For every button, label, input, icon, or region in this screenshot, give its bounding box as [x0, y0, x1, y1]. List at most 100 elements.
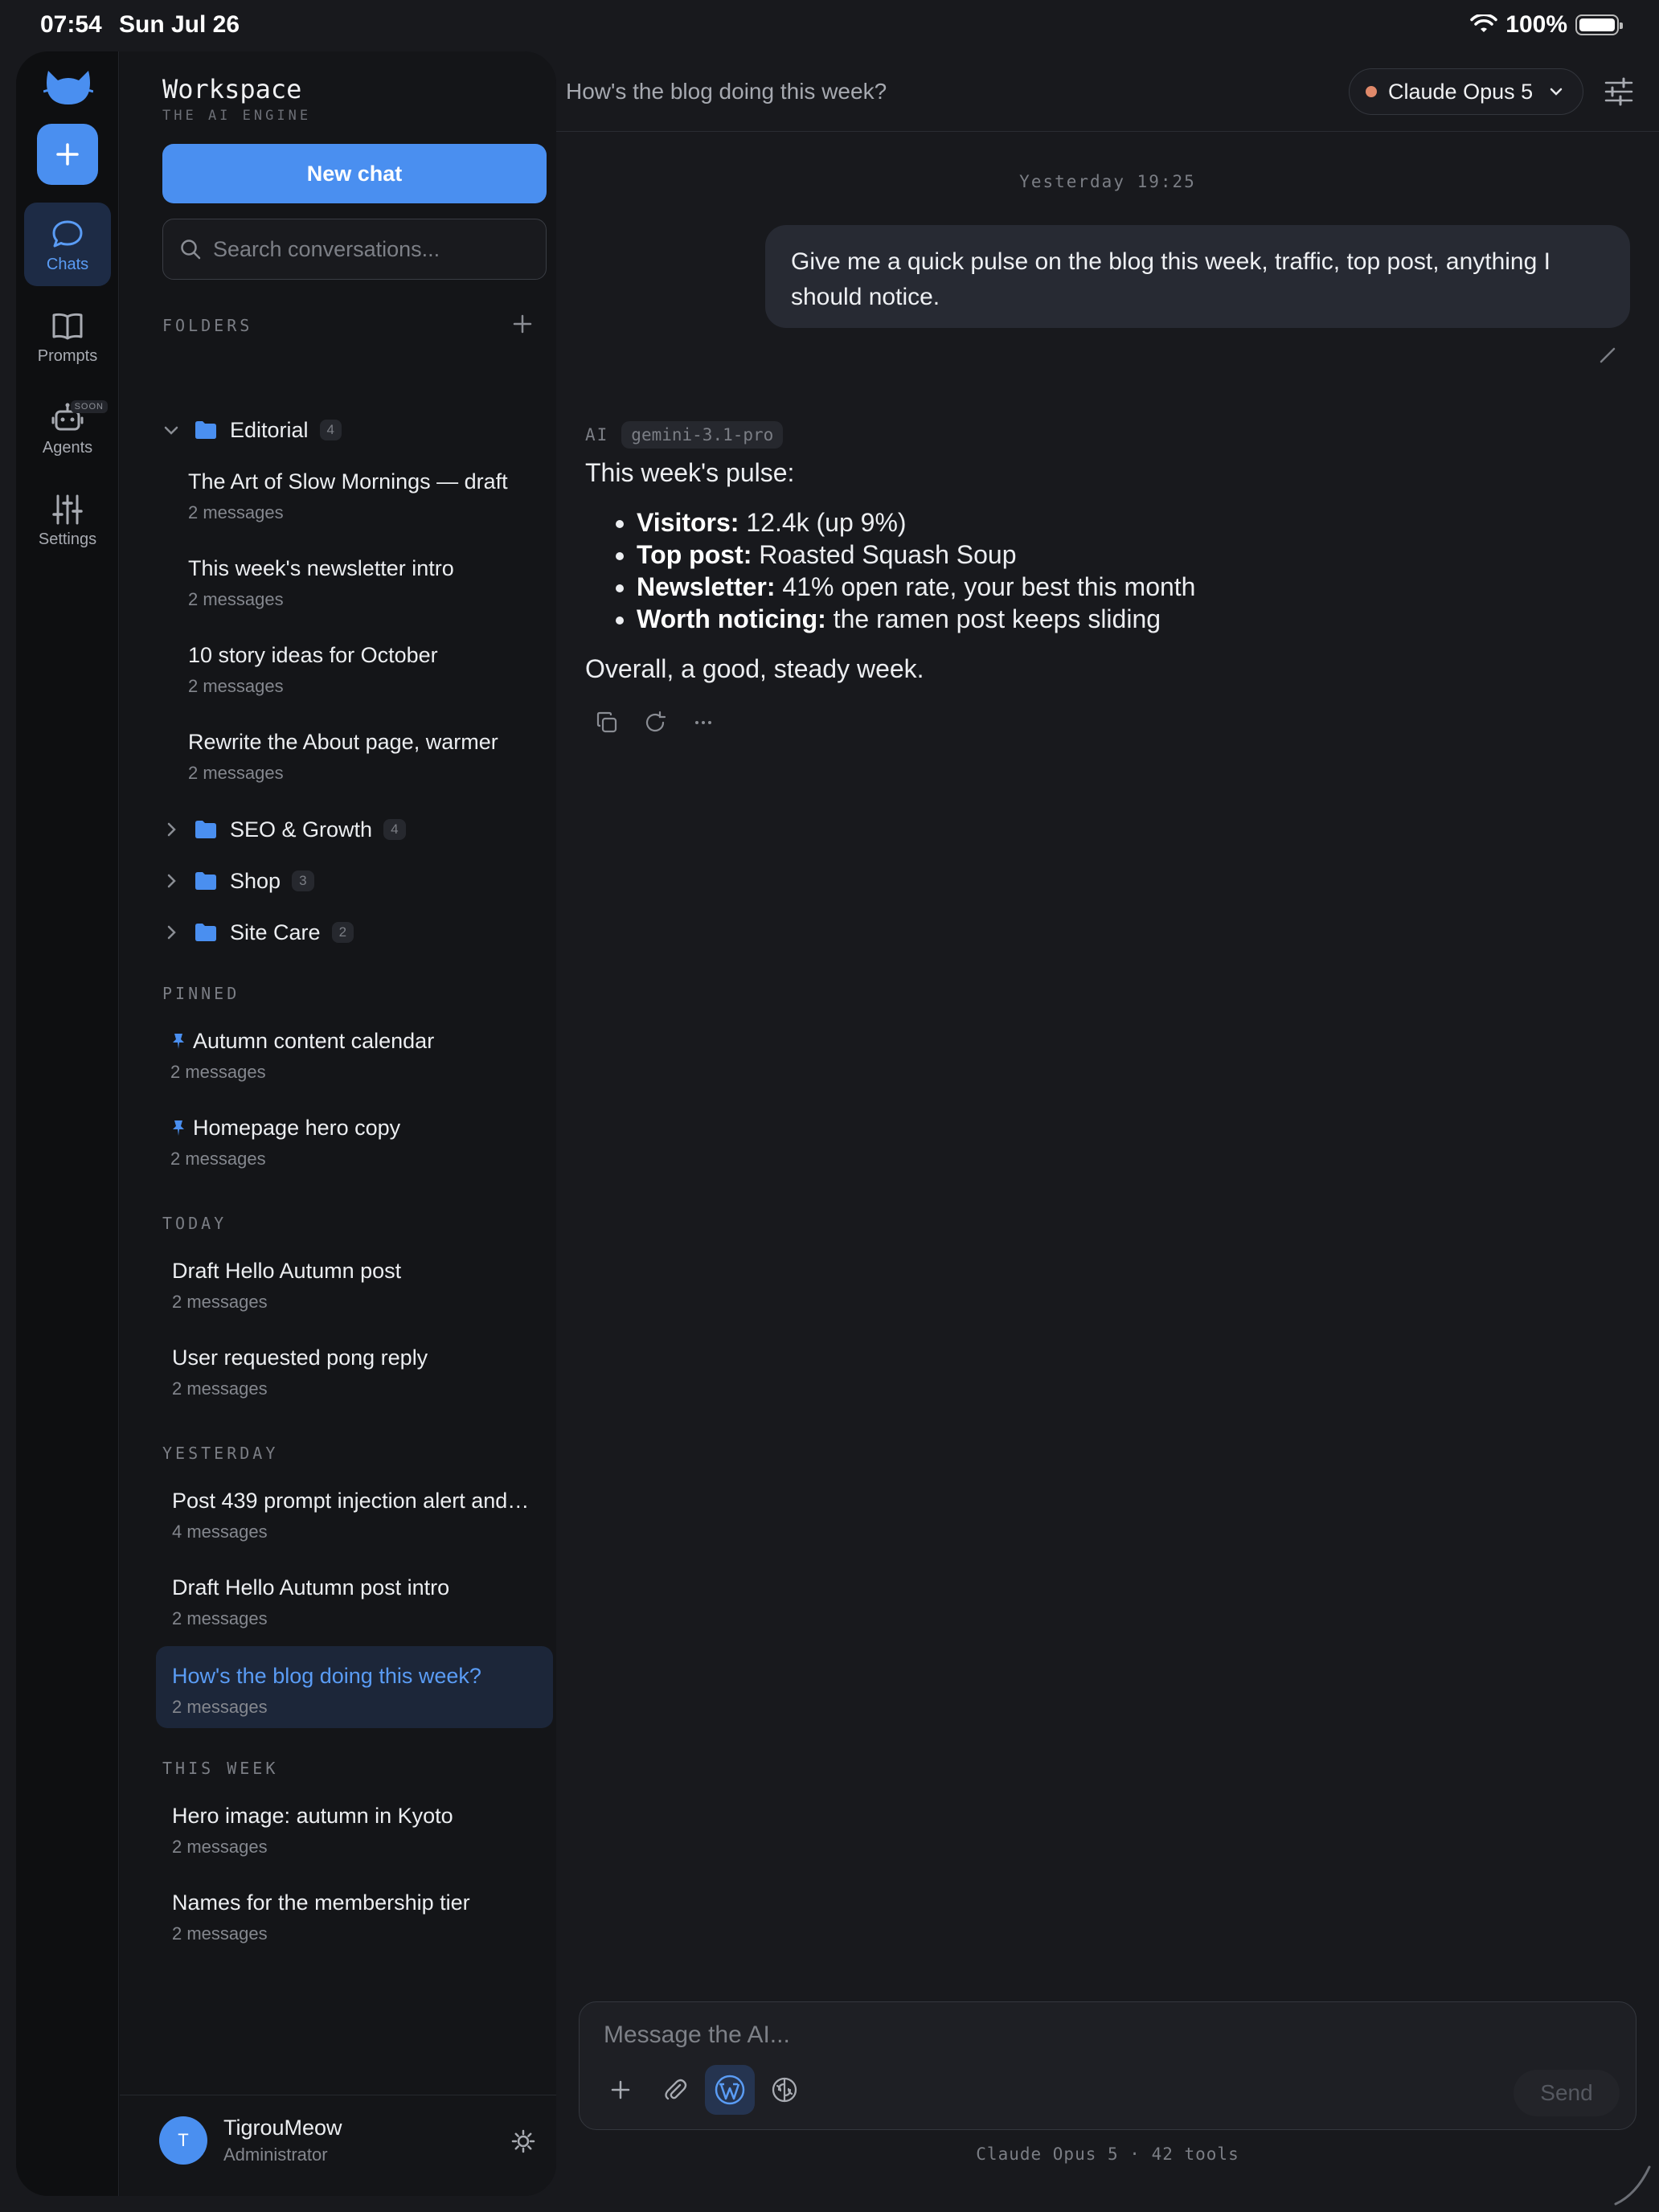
folder-shop[interactable]: Shop 3 — [162, 865, 314, 897]
add-folder-icon[interactable] — [510, 312, 535, 336]
rail-item-agents[interactable]: SOON Agents — [24, 386, 111, 469]
list-item: Top post: Roasted Squash Soup — [637, 539, 1630, 571]
chat-item[interactable]: The Art of Slow Mornings — draft 2 messa… — [188, 469, 550, 523]
ai-model-tag: gemini-3.1-pro — [621, 421, 784, 449]
plus-icon — [611, 2080, 630, 2099]
brain-icon — [772, 2077, 797, 2103]
chat-item[interactable]: Draft Hello Autumn post 2 messages — [172, 1259, 550, 1313]
rail-new-button[interactable] — [37, 124, 98, 185]
status-right: 100% — [1470, 11, 1623, 39]
rail-item-settings[interactable]: Settings — [24, 477, 111, 561]
ai-message-header: AI gemini-3.1-pro — [585, 421, 784, 449]
more-button[interactable] — [691, 711, 715, 735]
chat-title: User requested pong reply — [172, 1346, 428, 1370]
chat-meta: 2 messages — [172, 1608, 268, 1628]
sliders-icon — [52, 494, 83, 525]
user-message-bubble: Give me a quick pulse on the blog this w… — [765, 225, 1630, 328]
chat-item[interactable]: 10 story ideas for October 2 messages — [188, 643, 550, 697]
folders-label: FOLDERS — [162, 316, 253, 335]
model-status-dot — [1366, 86, 1377, 97]
chat-item[interactable]: Draft Hello Autumn post intro 2 messages — [172, 1575, 543, 1629]
message-input[interactable] — [604, 2022, 1568, 2049]
pencil-icon[interactable] — [1598, 346, 1617, 365]
new-chat-button[interactable]: New chat — [162, 144, 547, 203]
pinned-label: PINNED — [162, 984, 240, 1003]
chat-title: This week's newsletter intro — [188, 556, 454, 580]
avatar[interactable]: T — [159, 2116, 207, 2165]
chat-item-pinned[interactable]: Autumn content calendar 2 messages — [170, 1029, 548, 1083]
chat-title: 10 story ideas for October — [188, 643, 438, 667]
chat-meta: 2 messages — [188, 676, 284, 696]
chat-header: How's the blog doing this week? Claude O… — [556, 51, 1659, 132]
reasoning-tool-button[interactable] — [760, 2065, 809, 2115]
chat-meta: 2 messages — [188, 502, 284, 522]
tune-settings-icon[interactable] — [1603, 76, 1635, 108]
chevron-right-icon — [167, 925, 176, 940]
workspace-title: Workspace — [162, 74, 302, 104]
attach-file-button[interactable] — [650, 2065, 700, 2115]
copy-button[interactable] — [595, 711, 619, 735]
folder-icon — [195, 872, 216, 890]
list-item: Newsletter: 41% open rate, your best thi… — [637, 571, 1630, 603]
workspace-subtitle: THE AI ENGINE — [162, 108, 312, 124]
ai-label: AI — [585, 425, 609, 444]
chat-meta: 2 messages — [188, 763, 284, 783]
chat-title: Draft Hello Autumn post intro — [172, 1575, 450, 1600]
message-composer: Send — [579, 2001, 1636, 2130]
folder-name: Editorial — [230, 417, 309, 442]
chat-item-pinned[interactable]: Homepage hero copy 2 messages — [170, 1116, 548, 1169]
chevron-down-icon — [164, 426, 178, 435]
model-name: Claude Opus 5 — [1388, 79, 1534, 104]
chat-item-selected[interactable]: How's the blog doing this week? 2 messag… — [156, 1646, 553, 1728]
folder-name: SEO & Growth — [230, 817, 373, 842]
folder-seo-growth[interactable]: SEO & Growth 4 — [162, 813, 406, 846]
chat-item[interactable]: Names for the membership tier 2 messages — [172, 1890, 550, 1944]
conversation-title: How's the blog doing this week? — [566, 79, 887, 104]
chat-title: Autumn content calendar — [193, 1029, 435, 1053]
model-selector[interactable]: Claude Opus 5 — [1349, 68, 1583, 115]
user-name: TigrouMeow — [223, 2116, 342, 2140]
chat-item[interactable]: Hero image: autumn in Kyoto 2 messages — [172, 1804, 550, 1858]
chat-item[interactable]: Rewrite the About page, warmer 2 message… — [188, 730, 550, 784]
search-input[interactable] — [213, 236, 535, 262]
ai-message-actions — [595, 711, 715, 735]
search-box — [162, 219, 547, 280]
add-attachment-button[interactable] — [596, 2065, 645, 2115]
folder-count-badge: 4 — [383, 819, 406, 840]
status-bar: 07:54 Sun Jul 26 100% — [0, 0, 1659, 51]
regenerate-button[interactable] — [643, 711, 667, 735]
pin-icon — [173, 1120, 184, 1136]
rail-label-prompts: Prompts — [37, 347, 98, 365]
chat-title: Draft Hello Autumn post — [172, 1259, 402, 1283]
chat-meta: 2 messages — [188, 589, 284, 609]
rail-item-chats[interactable]: Chats — [24, 203, 111, 286]
chat-meta: 2 messages — [172, 1697, 268, 1717]
chat-bubble-icon — [52, 220, 83, 248]
chevron-right-icon — [167, 874, 176, 888]
status-date: Sun Jul 26 — [119, 11, 240, 38]
pin-icon — [173, 1034, 184, 1049]
wordpress-tool-button[interactable] — [705, 2065, 755, 2115]
folder-editorial[interactable]: Editorial 4 — [162, 414, 342, 446]
folder-site-care[interactable]: Site Care 2 — [162, 916, 354, 948]
chevron-down-icon — [1550, 88, 1563, 96]
chat-meta: 2 messages — [170, 1149, 266, 1169]
sun-icon[interactable] — [510, 2128, 536, 2154]
chat-title: Homepage hero copy — [193, 1116, 401, 1140]
ai-intro: This week's pulse: — [585, 458, 795, 487]
chevron-right-icon — [167, 822, 176, 837]
book-icon — [52, 313, 83, 340]
rail-item-prompts[interactable]: Prompts — [24, 294, 111, 378]
chat-meta: 2 messages — [172, 1923, 268, 1944]
chat-item[interactable]: This week's newsletter intro 2 messages — [188, 556, 550, 610]
folder-count-badge: 2 — [331, 922, 354, 943]
battery-percent: 100% — [1505, 11, 1567, 38]
send-button[interactable]: Send — [1514, 2070, 1620, 2116]
ai-bullet-list: Visitors: 12.4k (up 9%) Top post: Roaste… — [637, 506, 1630, 635]
chat-item[interactable]: User requested pong reply 2 messages — [172, 1346, 550, 1399]
chat-title: Post 439 prompt injection alert and… — [172, 1489, 530, 1513]
folder-count-badge: 4 — [319, 420, 342, 440]
sidebar: Workspace THE AI ENGINE New chat FOLDERS… — [120, 51, 556, 2196]
chat-item[interactable]: Post 439 prompt injection alert and… 4 m… — [172, 1489, 543, 1542]
folder-icon — [195, 924, 216, 941]
